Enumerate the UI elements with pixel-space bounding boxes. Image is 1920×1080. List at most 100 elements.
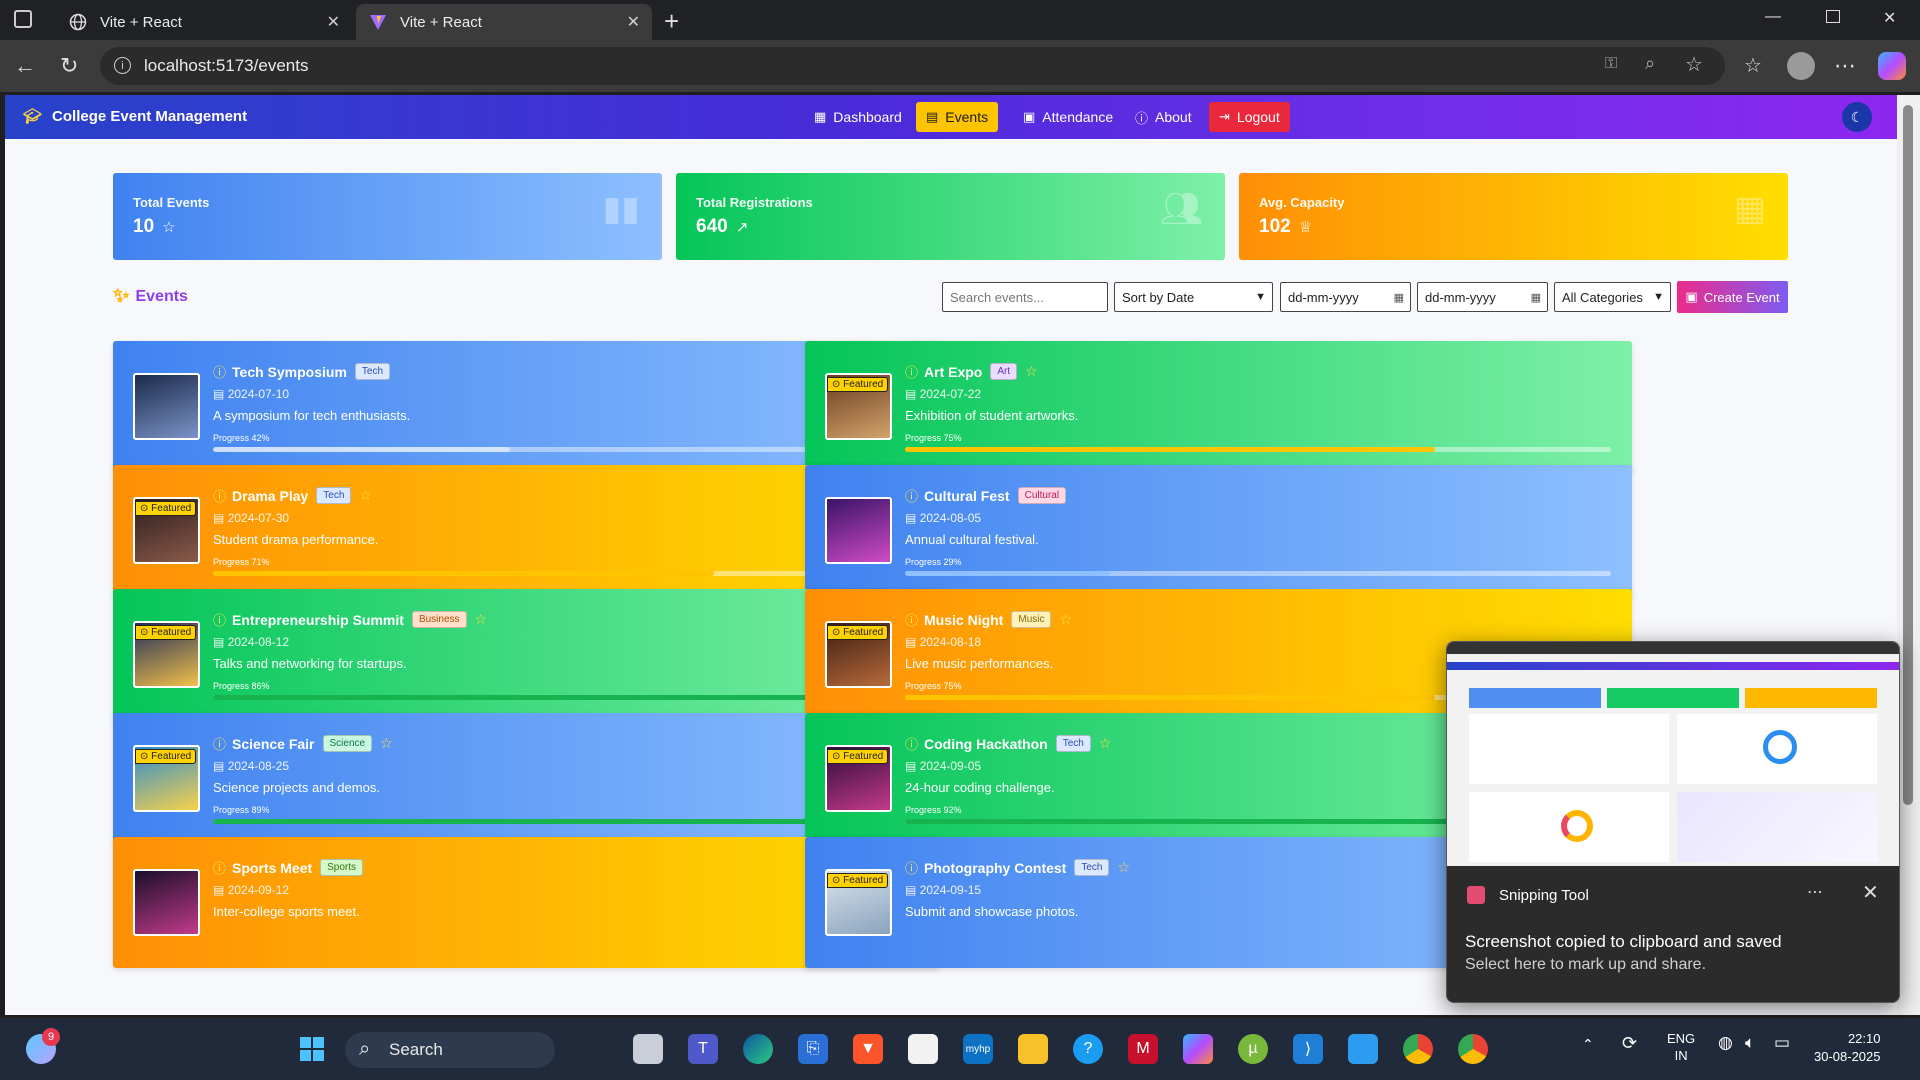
progress-label: Progress 75% xyxy=(905,433,962,443)
chrome-profile-icon[interactable] xyxy=(1458,1034,1488,1064)
more-options-icon[interactable]: ⋯ xyxy=(1807,882,1823,902)
progress-label: Progress 29% xyxy=(905,557,962,567)
progress-track xyxy=(905,447,1611,452)
myhp-icon[interactable]: myhp xyxy=(963,1034,993,1064)
more-icon[interactable]: ⋯ xyxy=(1834,53,1856,79)
teams-icon[interactable]: T xyxy=(688,1034,718,1064)
favorites-icon[interactable]: ☆ xyxy=(1744,53,1762,78)
event-title[interactable]: Drama Play xyxy=(232,488,308,504)
favorite-star-icon[interactable]: ☆ xyxy=(359,487,372,504)
favorite-star-icon[interactable]: ☆ xyxy=(1059,611,1072,628)
date-to-input[interactable]: dd-mm-yyyy ▦ xyxy=(1417,282,1548,312)
nav-attendance[interactable]: ▣ Attendance xyxy=(1013,102,1123,132)
cast-icon[interactable]: ⎘ xyxy=(798,1034,828,1064)
event-date-row: ▤ 2024-07-22 xyxy=(905,387,981,401)
search-input[interactable]: Search events... xyxy=(942,282,1108,312)
event-title[interactable]: Cultural Fest xyxy=(924,488,1010,504)
event-title[interactable]: Photography Contest xyxy=(924,860,1066,876)
taskbar-search[interactable]: ⌕ Search xyxy=(345,1032,555,1068)
chevron-up-icon[interactable]: ⌃ xyxy=(1582,1036,1594,1053)
battery-icon[interactable]: ▭ xyxy=(1774,1033,1790,1053)
category-badge: Music xyxy=(1011,611,1052,628)
tab-actions-icon[interactable] xyxy=(14,10,32,28)
zoom-icon[interactable]: ⌕ xyxy=(1645,53,1655,74)
stat-label: Total Registrations xyxy=(696,195,813,210)
favorite-star-icon[interactable]: ☆ xyxy=(1099,735,1112,752)
info-icon[interactable]: i xyxy=(114,57,131,74)
back-icon[interactable]: ← xyxy=(14,53,36,79)
favorite-star-icon[interactable]: ☆ xyxy=(1685,52,1703,77)
nav-logout[interactable]: ⇥ Logout xyxy=(1209,102,1290,132)
brand[interactable]: 🎓︎ College Event Management xyxy=(23,107,247,126)
theme-toggle-moon-icon[interactable]: ☾ xyxy=(1842,102,1872,132)
vscode-icon[interactable]: ⟩ xyxy=(1293,1034,1323,1064)
snipping-tool-notification[interactable]: Snipping Tool ⋯ ✕ Screenshot copied to c… xyxy=(1446,641,1900,1003)
favorite-star-icon[interactable]: ☆ xyxy=(1117,859,1130,876)
event-title[interactable]: Coding Hackathon xyxy=(924,736,1048,752)
calendar-icon[interactable]: ▦ xyxy=(1394,291,1404,304)
event-description: Inter-college sports meet. xyxy=(213,904,360,919)
event-title-row: ⓘ Art Expo Art ☆ xyxy=(905,362,1038,381)
sync-icon[interactable]: ⟳ xyxy=(1622,1033,1637,1054)
brave-icon[interactable]: ▼ xyxy=(853,1034,883,1064)
event-date: 2024-08-25 xyxy=(227,759,290,773)
scrollbar-thumb[interactable] xyxy=(1903,105,1913,805)
create-event-button[interactable]: ▣ Create Event xyxy=(1677,281,1788,313)
store-icon[interactable] xyxy=(908,1034,938,1064)
progress-label: Progress 42% xyxy=(213,433,270,443)
favorite-star-icon[interactable]: ☆ xyxy=(380,735,393,752)
minimize-icon[interactable]: — xyxy=(1765,8,1781,26)
close-notification-icon[interactable]: ✕ xyxy=(1862,880,1879,905)
nav-about[interactable]: ⓘ About xyxy=(1125,102,1202,132)
close-tab-icon[interactable]: ✕ xyxy=(627,12,640,32)
mcafee-icon[interactable]: M xyxy=(1128,1034,1158,1064)
clock[interactable]: 22:10 30-08-2025 xyxy=(1814,1030,1881,1066)
event-title[interactable]: Sports Meet xyxy=(232,860,312,876)
browser-tab-1[interactable]: Vite + React ✕ xyxy=(56,4,352,40)
event-title-row: ⓘ Music Night Music ☆ xyxy=(905,610,1072,629)
category-select[interactable]: All Categories ▼ xyxy=(1554,282,1671,312)
category-value: All Categories xyxy=(1562,289,1643,305)
event-date: 2024-09-15 xyxy=(919,883,982,897)
favorite-star-icon[interactable]: ☆ xyxy=(1025,363,1038,380)
maximize-icon[interactable] xyxy=(1826,10,1840,23)
nav-dashboard[interactable]: ▦ Dashboard xyxy=(804,102,912,132)
event-title[interactable]: Art Expo xyxy=(924,364,982,380)
event-title[interactable]: Entrepreneurship Summit xyxy=(232,612,404,628)
event-title-row: ⓘ Sports Meet Sports xyxy=(213,858,364,877)
key-icon[interactable]: ⚿ xyxy=(1605,55,1617,73)
browser-tab-2[interactable]: Vite + React ✕ xyxy=(356,4,652,40)
event-card[interactable]: ⓘ Cultural Fest Cultural ▤ 2024-08-05 Annual… xyxy=(805,465,1632,596)
event-card[interactable]: ⊙ Featured ⓘ Art Expo Art ☆ ▤ 2024-07-22 Exhib… xyxy=(805,341,1632,472)
new-tab-icon[interactable]: + xyxy=(664,6,679,37)
chrome-icon[interactable] xyxy=(1403,1034,1433,1064)
utorrent-icon[interactable]: µ xyxy=(1238,1034,1268,1064)
url-text: localhost:5173/events xyxy=(144,56,309,75)
category-badge: Tech xyxy=(1074,859,1110,876)
nav-events[interactable]: ▤ Events xyxy=(916,102,999,132)
edge-icon[interactable] xyxy=(743,1034,773,1064)
reload-icon[interactable]: ↻ xyxy=(60,53,78,79)
event-title[interactable]: Music Night xyxy=(924,612,1003,628)
copilot-icon[interactable] xyxy=(1878,52,1906,80)
copilot-taskbar-icon[interactable] xyxy=(1183,1034,1213,1064)
help-icon[interactable]: ? xyxy=(1073,1034,1103,1064)
profile-avatar[interactable] xyxy=(1787,52,1815,80)
favorite-star-icon[interactable]: ☆ xyxy=(475,611,488,628)
close-tab-icon[interactable]: ✕ xyxy=(327,12,340,32)
url-bar[interactable]: i localhost:5173/events ⚿ ⌕ ☆ xyxy=(100,47,1725,85)
file-explorer-icon[interactable] xyxy=(1018,1034,1048,1064)
network-icon[interactable]: ◍ xyxy=(1718,1033,1733,1053)
sort-select[interactable]: Sort by Date ▼ xyxy=(1114,282,1273,312)
page-scrollbar[interactable] xyxy=(1897,95,1920,1015)
task-view-icon[interactable] xyxy=(633,1034,663,1064)
language-indicator[interactable]: ENG IN xyxy=(1667,1030,1695,1064)
windows-start-icon[interactable] xyxy=(297,1034,327,1064)
event-title[interactable]: Tech Symposium xyxy=(232,364,347,380)
photos-icon[interactable] xyxy=(1348,1034,1378,1064)
calendar-icon[interactable]: ▦ xyxy=(1531,291,1541,304)
volume-icon[interactable]: 🔈︎ xyxy=(1745,1033,1755,1053)
event-title[interactable]: Science Fair xyxy=(232,736,315,752)
close-window-icon[interactable]: ✕ xyxy=(1883,8,1896,28)
date-from-input[interactable]: dd-mm-yyyy ▦ xyxy=(1280,282,1411,312)
